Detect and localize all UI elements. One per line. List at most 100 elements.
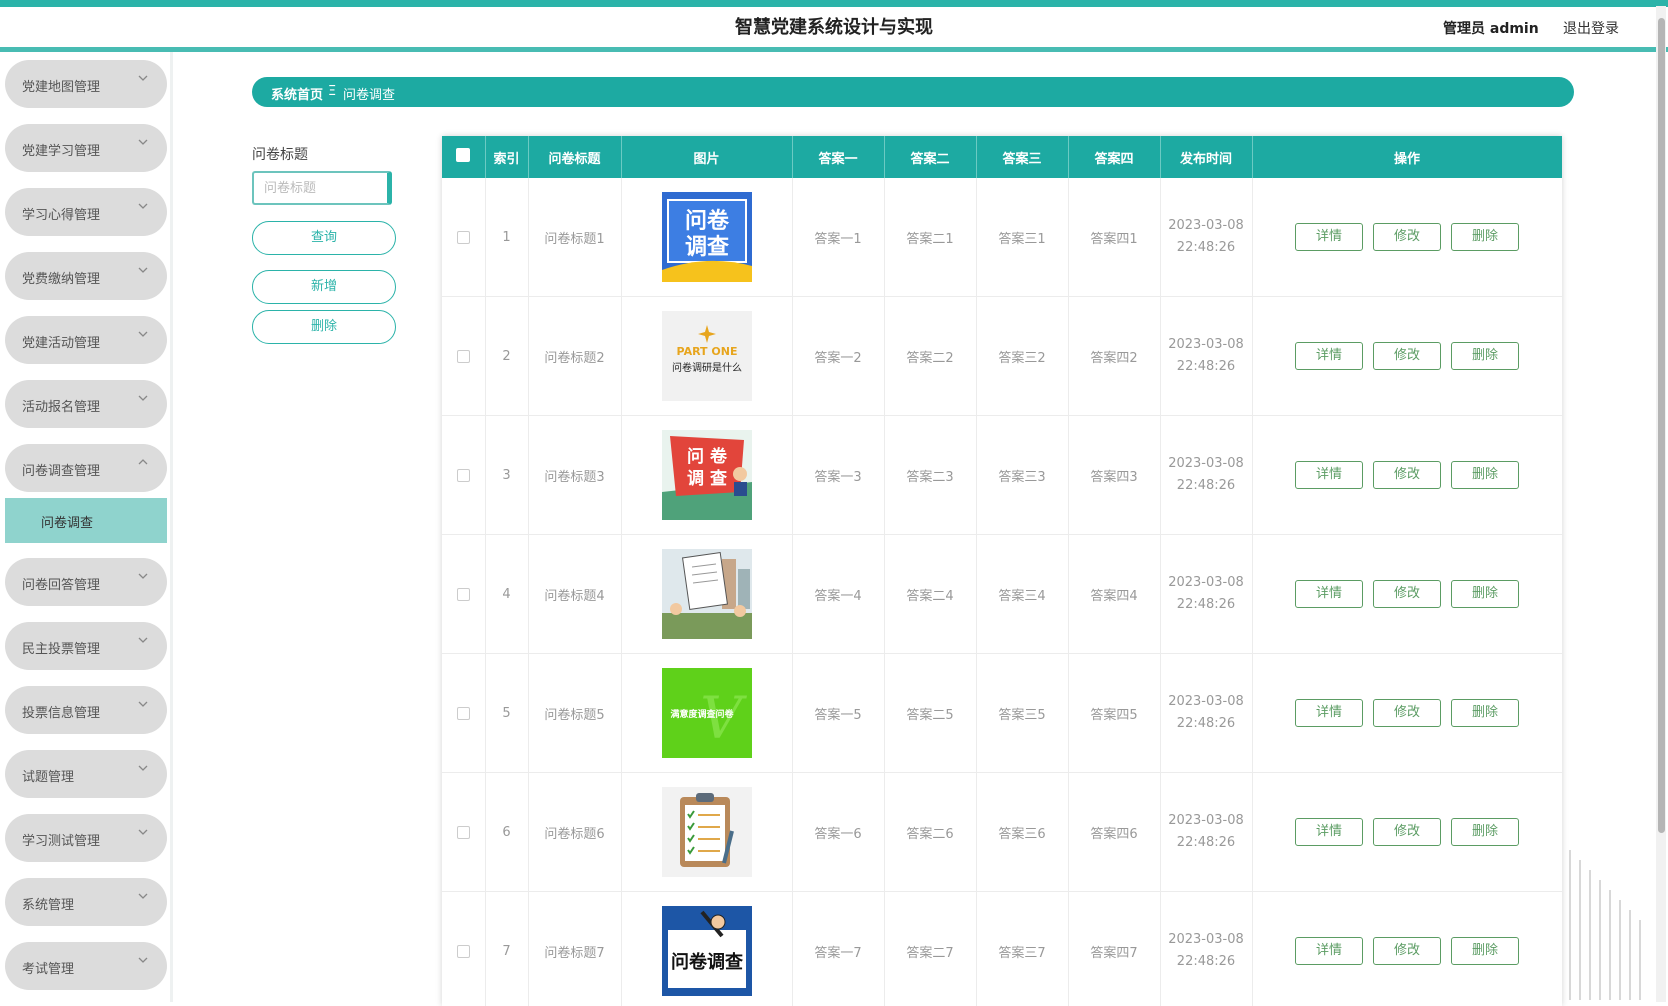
detail-button[interactable]: 详情	[1295, 699, 1363, 727]
delete-button[interactable]: 删除	[1451, 699, 1519, 727]
sidebar-item[interactable]: 党费缴纳管理	[5, 252, 167, 300]
sidebar-item[interactable]: 党建活动管理	[5, 316, 167, 364]
title-cell: 问卷标题7	[528, 892, 621, 1006]
publish-clock: 22:48:26	[1161, 951, 1252, 973]
column-header: 图片	[621, 136, 792, 178]
row-checkbox[interactable]	[457, 588, 470, 601]
edit-button[interactable]: 修改	[1373, 937, 1441, 965]
row-select-cell	[442, 535, 485, 654]
sidebar-item[interactable]: 民主投票管理	[5, 622, 167, 670]
title-cell: 问卷标题5	[528, 654, 621, 773]
svg-text:问卷调查: 问卷调查	[671, 951, 743, 973]
image-cell: 问 卷 调 查	[621, 416, 792, 535]
edit-button[interactable]: 修改	[1373, 461, 1441, 489]
sidebar-item[interactable]: 问卷调查管理	[5, 444, 167, 492]
index-cell: 7	[485, 892, 528, 1006]
add-button[interactable]: 新增	[252, 270, 396, 304]
actions-cell: 详情修改删除	[1252, 297, 1562, 416]
sidebar-subitem-survey[interactable]: 问卷调查	[5, 498, 167, 543]
publish-time-cell: 2023-03-08 22:48:26	[1160, 654, 1252, 773]
edit-button[interactable]: 修改	[1373, 699, 1441, 727]
edit-button[interactable]: 修改	[1373, 818, 1441, 846]
publish-time-cell: 2023-03-08 22:48:26	[1160, 773, 1252, 892]
batch-delete-button[interactable]: 删除	[252, 310, 396, 344]
sidebar-item-label: 系统管理	[22, 894, 74, 913]
search-title-input[interactable]	[252, 171, 392, 205]
answer1-cell: 答案一3	[792, 416, 884, 535]
delete-button[interactable]: 删除	[1451, 342, 1519, 370]
row-select-cell	[442, 297, 485, 416]
chevron-down-icon	[137, 954, 149, 966]
row-checkbox[interactable]	[457, 707, 470, 720]
publish-time-cell: 2023-03-08 22:48:26	[1160, 178, 1252, 297]
actions-cell: 详情修改删除	[1252, 654, 1562, 773]
row-select-cell	[442, 654, 485, 773]
delete-button[interactable]: 删除	[1451, 937, 1519, 965]
detail-button[interactable]: 详情	[1295, 937, 1363, 965]
delete-button[interactable]: 删除	[1451, 818, 1519, 846]
row-checkbox[interactable]	[457, 350, 470, 363]
delete-button[interactable]: 删除	[1451, 580, 1519, 608]
answer2-cell: 答案二2	[884, 297, 976, 416]
breadcrumb-separator: Ξ	[328, 84, 336, 99]
sidebar-item[interactable]: 问卷回答管理	[5, 558, 167, 606]
sidebar-item-label: 投票信息管理	[22, 702, 100, 721]
survey-poster-pen-icon: 问卷调查	[662, 906, 752, 996]
detail-button[interactable]: 详情	[1295, 580, 1363, 608]
detail-button[interactable]: 详情	[1295, 461, 1363, 489]
table-row: 5 问卷标题5 V 满意度调查问卷 答案一5 答案二5 答案三5 答案四5 20…	[442, 654, 1562, 773]
sidebar-item[interactable]: 系统管理	[5, 878, 167, 926]
column-header: 答案四	[1068, 136, 1160, 178]
publish-clock: 22:48:26	[1161, 713, 1252, 735]
sidebar-item[interactable]: 党建地图管理	[5, 60, 167, 108]
sidebar-item-label: 学习心得管理	[22, 204, 100, 223]
row-checkbox[interactable]	[457, 469, 470, 482]
sidebar-item[interactable]: 考试管理	[5, 942, 167, 990]
sidebar-item[interactable]: 党建学习管理	[5, 124, 167, 172]
survey-poster-blue-icon: 问卷 调查	[662, 192, 752, 282]
answer3-cell: 答案三7	[976, 892, 1068, 1006]
breadcrumb-home[interactable]: 系统首页	[271, 84, 323, 103]
chevron-down-icon	[137, 328, 149, 340]
answer2-cell: 答案二6	[884, 773, 976, 892]
sidebar-item[interactable]: 学习测试管理	[5, 814, 167, 862]
publish-clock: 22:48:26	[1161, 475, 1252, 497]
publish-date: 2023-03-08	[1161, 929, 1252, 951]
publish-date: 2023-03-08	[1161, 215, 1252, 237]
edit-button[interactable]: 修改	[1373, 342, 1441, 370]
answer3-cell: 答案三2	[976, 297, 1068, 416]
edit-button[interactable]: 修改	[1373, 580, 1441, 608]
select-all-cell	[442, 136, 485, 178]
detail-button[interactable]: 详情	[1295, 223, 1363, 251]
edit-button[interactable]: 修改	[1373, 223, 1441, 251]
breadcrumb-current: 问卷调查	[343, 84, 395, 103]
select-all-checkbox[interactable]	[456, 148, 470, 162]
answer2-cell: 答案二3	[884, 416, 976, 535]
title-cell: 问卷标题3	[528, 416, 621, 535]
title-cell: 问卷标题2	[528, 297, 621, 416]
answer1-cell: 答案一6	[792, 773, 884, 892]
logout-link[interactable]: 退出登录	[1563, 18, 1619, 38]
detail-button[interactable]: 详情	[1295, 342, 1363, 370]
sidebar-item-label: 活动报名管理	[22, 396, 100, 415]
row-checkbox[interactable]	[457, 231, 470, 244]
sidebar-item[interactable]: 活动报名管理	[5, 380, 167, 428]
delete-button[interactable]: 删除	[1451, 223, 1519, 251]
sidebar-item[interactable]: 试题管理	[5, 750, 167, 798]
publish-time-cell: 2023-03-08 22:48:26	[1160, 416, 1252, 535]
query-button[interactable]: 查询	[252, 221, 396, 255]
delete-button[interactable]: 删除	[1451, 461, 1519, 489]
page-scrollbar-thumb[interactable]	[1658, 18, 1665, 833]
sidebar-item[interactable]: 学习心得管理	[5, 188, 167, 236]
row-checkbox[interactable]	[457, 826, 470, 839]
chevron-up-icon	[137, 456, 149, 468]
answer3-cell: 答案三4	[976, 535, 1068, 654]
title-cell: 问卷标题6	[528, 773, 621, 892]
column-header: 发布时间	[1160, 136, 1252, 178]
sidebar-item[interactable]: 投票信息管理	[5, 686, 167, 734]
sidebar-item-label: 考试管理	[22, 958, 74, 977]
row-checkbox[interactable]	[457, 945, 470, 958]
search-title-label: 问卷标题	[252, 144, 308, 164]
clipboard-checklist-icon	[662, 787, 752, 877]
detail-button[interactable]: 详情	[1295, 818, 1363, 846]
